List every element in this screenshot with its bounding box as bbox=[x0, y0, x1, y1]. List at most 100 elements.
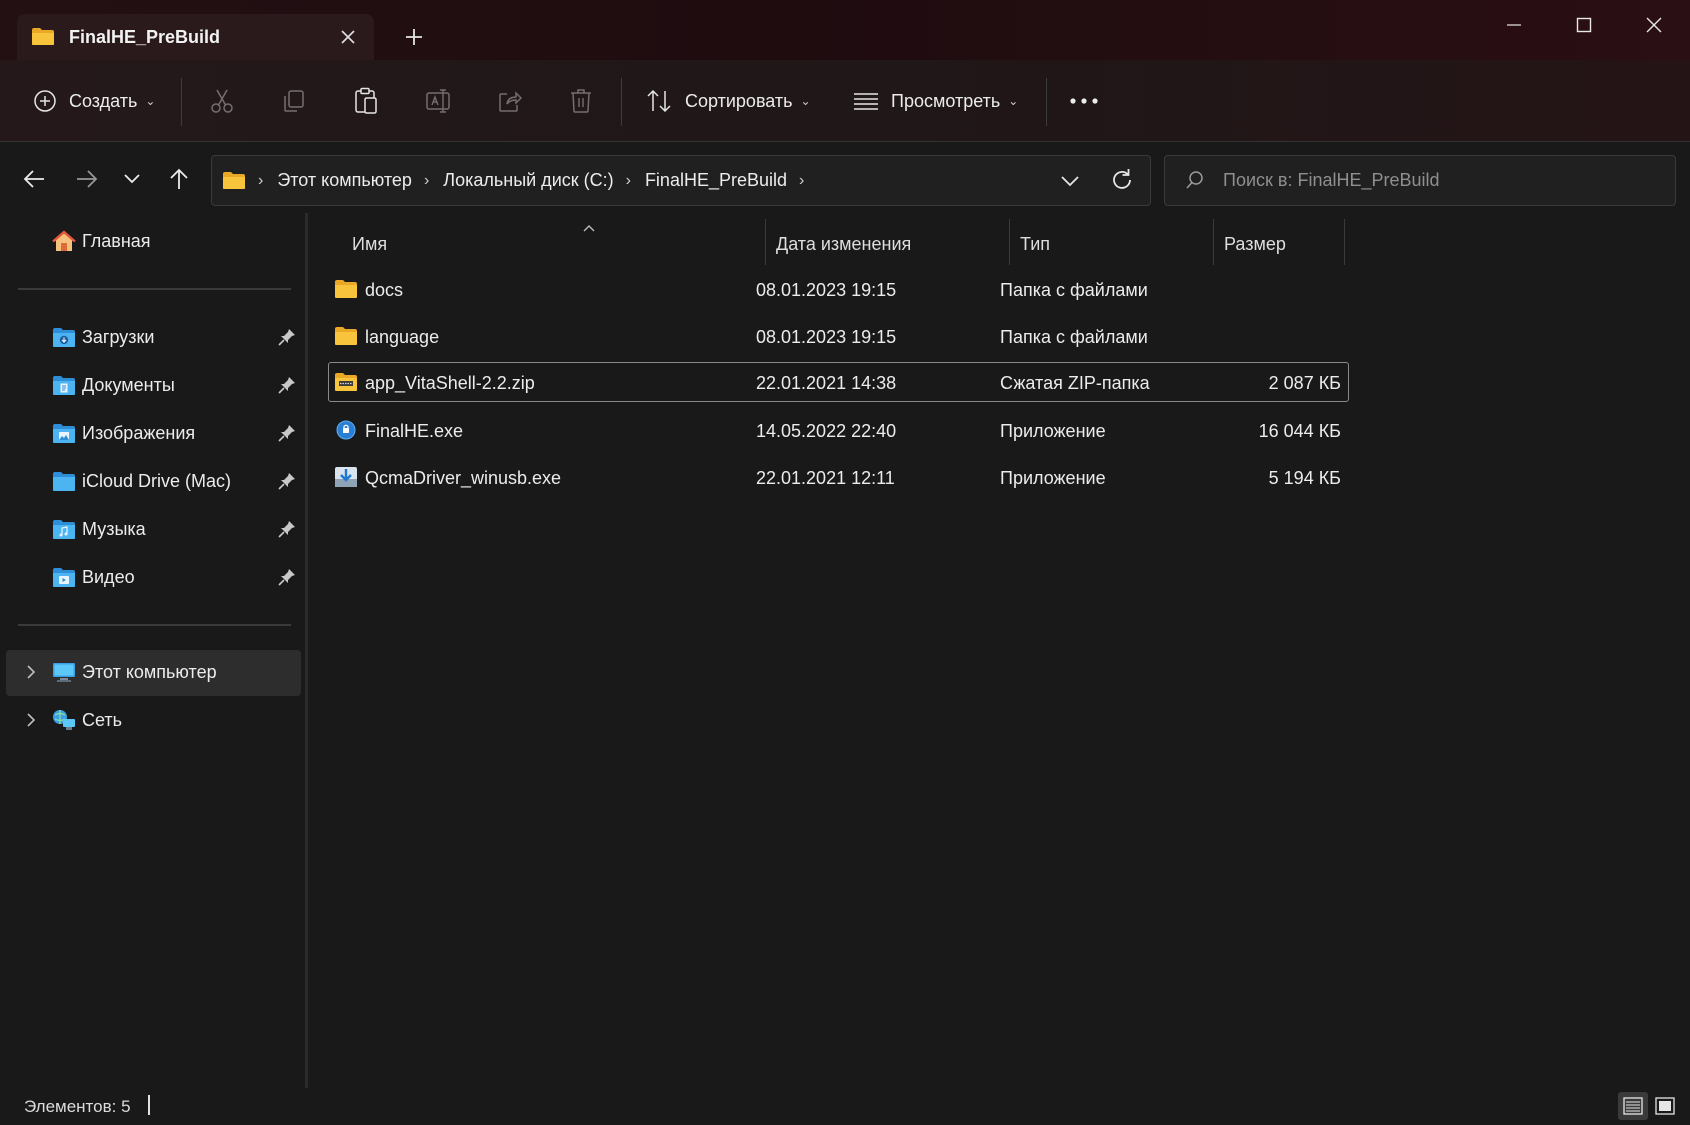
file-row-finalhe-exe[interactable]: FinalHE.exe 14.05.2022 22:40 Приложение … bbox=[328, 410, 1349, 450]
sidebar-item-documents[interactable]: Документы bbox=[6, 363, 301, 409]
file-row-language[interactable]: language 08.01.2023 19:15 Папка с файлам… bbox=[328, 316, 1349, 356]
file-row-qcmadriver-exe[interactable]: QcmaDriver_winusb.exe 22.01.2021 12:11 П… bbox=[328, 457, 1349, 497]
sidebar-item-this-pc[interactable]: Этот компьютер bbox=[6, 650, 301, 696]
delete-button[interactable] bbox=[569, 81, 593, 121]
refresh-icon bbox=[1113, 169, 1131, 189]
file-type: Папка с файлами bbox=[1000, 327, 1148, 347]
toolbar-separator bbox=[181, 78, 182, 126]
chevron-right-icon[interactable] bbox=[22, 663, 40, 681]
file-explorer-window: FinalHE_PreBuild Создать ⌄ Сортировать ⌄… bbox=[0, 0, 1690, 1125]
view-lines-icon bbox=[854, 93, 878, 110]
close-window-button[interactable] bbox=[1624, 5, 1684, 45]
large-icons-view-button[interactable] bbox=[1650, 1092, 1680, 1120]
plus-icon bbox=[406, 29, 422, 45]
column-header-name[interactable]: Имя bbox=[342, 219, 760, 265]
forward-button[interactable] bbox=[69, 161, 105, 197]
sort-button[interactable]: Сортировать ⌄ bbox=[645, 81, 811, 121]
sidebar-item-label: iCloud Drive (Mac) bbox=[82, 471, 232, 491]
sidebar-item-label: Видео bbox=[82, 567, 135, 587]
minimize-button[interactable] bbox=[1484, 5, 1544, 45]
breadcrumb-separator[interactable]: › bbox=[424, 172, 429, 190]
music-folder-icon bbox=[53, 520, 75, 539]
copy-icon bbox=[284, 90, 304, 112]
column-header-type[interactable]: Тип bbox=[1010, 219, 1213, 265]
tab-finalhe-prebuild[interactable]: FinalHE_PreBuild bbox=[17, 14, 374, 60]
paste-icon bbox=[355, 87, 377, 114]
pin-icon[interactable] bbox=[278, 520, 296, 538]
paste-button[interactable] bbox=[353, 81, 379, 121]
scissors-icon bbox=[211, 89, 233, 113]
chevron-right-icon[interactable] bbox=[22, 711, 40, 729]
column-header-label: Дата изменения bbox=[776, 234, 912, 254]
file-row-docs[interactable]: docs 08.01.2023 19:15 Папка с файлами bbox=[328, 269, 1349, 309]
file-date: 22.01.2021 12:11 bbox=[756, 468, 895, 488]
pin-icon[interactable] bbox=[278, 568, 296, 586]
breadcrumb-this-pc[interactable]: Этот компьютер bbox=[277, 170, 412, 191]
tab-close-button[interactable] bbox=[335, 24, 361, 50]
rename-button[interactable] bbox=[425, 81, 453, 121]
breadcrumb-separator[interactable]: › bbox=[258, 172, 263, 190]
videos-folder-icon bbox=[53, 568, 75, 587]
sidebar-item-home[interactable]: Главная bbox=[6, 219, 301, 265]
sidebar-item-network[interactable]: Сеть bbox=[6, 698, 301, 744]
pin-icon[interactable] bbox=[278, 472, 296, 490]
rename-icon bbox=[426, 89, 450, 113]
file-size: 2 087 КБ bbox=[1268, 373, 1341, 393]
folder-icon bbox=[32, 28, 54, 45]
cut-button[interactable] bbox=[209, 81, 235, 121]
more-options-button[interactable] bbox=[1069, 81, 1099, 121]
pin-icon[interactable] bbox=[278, 424, 296, 442]
file-name: FinalHE.exe bbox=[365, 421, 464, 441]
file-row-app-vitashell-zip[interactable]: app_VitaShell-2.2.zip 22.01.2021 14:38 С… bbox=[328, 362, 1349, 402]
pin-icon[interactable] bbox=[278, 376, 296, 394]
file-type: Сжатая ZIP-папка bbox=[1000, 373, 1150, 393]
file-list: Имя Дата изменения Тип Размер docs 08.01… bbox=[308, 213, 1690, 1088]
address-bar[interactable]: › Этот компьютер › Локальный диск (C:) ›… bbox=[211, 155, 1151, 206]
column-header-label: Тип bbox=[1020, 234, 1051, 254]
chevron-down-icon bbox=[1061, 176, 1079, 187]
column-divider[interactable] bbox=[1344, 219, 1345, 265]
search-input[interactable] bbox=[1223, 156, 1663, 205]
share-icon bbox=[499, 91, 523, 112]
zip-folder-icon bbox=[335, 373, 357, 391]
file-date: 22.01.2021 14:38 bbox=[756, 373, 897, 393]
file-date: 08.01.2023 19:15 bbox=[756, 327, 897, 347]
sidebar-item-videos[interactable]: Видео bbox=[6, 555, 301, 601]
folder-icon bbox=[335, 327, 357, 345]
details-view-button[interactable] bbox=[1618, 1092, 1648, 1120]
maximize-button[interactable] bbox=[1554, 5, 1614, 45]
file-type: Приложение bbox=[1000, 468, 1106, 488]
sidebar-item-icloud-drive[interactable]: iCloud Drive (Mac) bbox=[6, 459, 301, 505]
arrow-up-icon bbox=[170, 168, 188, 189]
breadcrumb-local-disk[interactable]: Локальный диск (C:) bbox=[443, 170, 613, 191]
documents-folder-icon bbox=[53, 376, 75, 395]
pin-icon[interactable] bbox=[278, 328, 296, 346]
sidebar-item-music[interactable]: Музыка bbox=[6, 507, 301, 553]
breadcrumb-finalhe-prebuild[interactable]: FinalHE_PreBuild bbox=[645, 170, 787, 191]
create-button[interactable]: Создать ⌄ bbox=[33, 81, 155, 121]
new-tab-button[interactable] bbox=[399, 22, 429, 52]
address-history-button[interactable] bbox=[1057, 168, 1083, 194]
back-button[interactable] bbox=[16, 161, 52, 197]
recent-locations-button[interactable] bbox=[114, 161, 150, 197]
column-header-label: Имя bbox=[352, 234, 388, 254]
share-button[interactable] bbox=[497, 81, 523, 121]
breadcrumb-separator[interactable]: › bbox=[799, 172, 804, 190]
column-header-size[interactable]: Размер bbox=[1214, 219, 1344, 265]
status-bar: Элементов: 5 bbox=[0, 1088, 1690, 1125]
file-type: Папка с файлами bbox=[1000, 280, 1148, 300]
copy-button[interactable] bbox=[281, 81, 307, 121]
up-button[interactable] bbox=[161, 161, 197, 197]
breadcrumb-separator[interactable]: › bbox=[626, 172, 631, 190]
details-view-icon bbox=[1623, 1097, 1643, 1115]
sidebar-item-downloads[interactable]: Загрузки bbox=[6, 315, 301, 361]
view-label: Просмотреть bbox=[891, 90, 1001, 111]
column-header-date[interactable]: Дата изменения bbox=[766, 219, 1009, 265]
refresh-button[interactable] bbox=[1108, 166, 1136, 194]
chevron-down-icon: ⌄ bbox=[145, 94, 156, 108]
trash-icon bbox=[571, 89, 591, 113]
sidebar-item-pictures[interactable]: Изображения bbox=[6, 411, 301, 457]
search-box[interactable] bbox=[1164, 155, 1676, 206]
view-button[interactable]: Просмотреть ⌄ bbox=[853, 81, 1018, 121]
sidebar-item-label: Музыка bbox=[82, 519, 146, 539]
